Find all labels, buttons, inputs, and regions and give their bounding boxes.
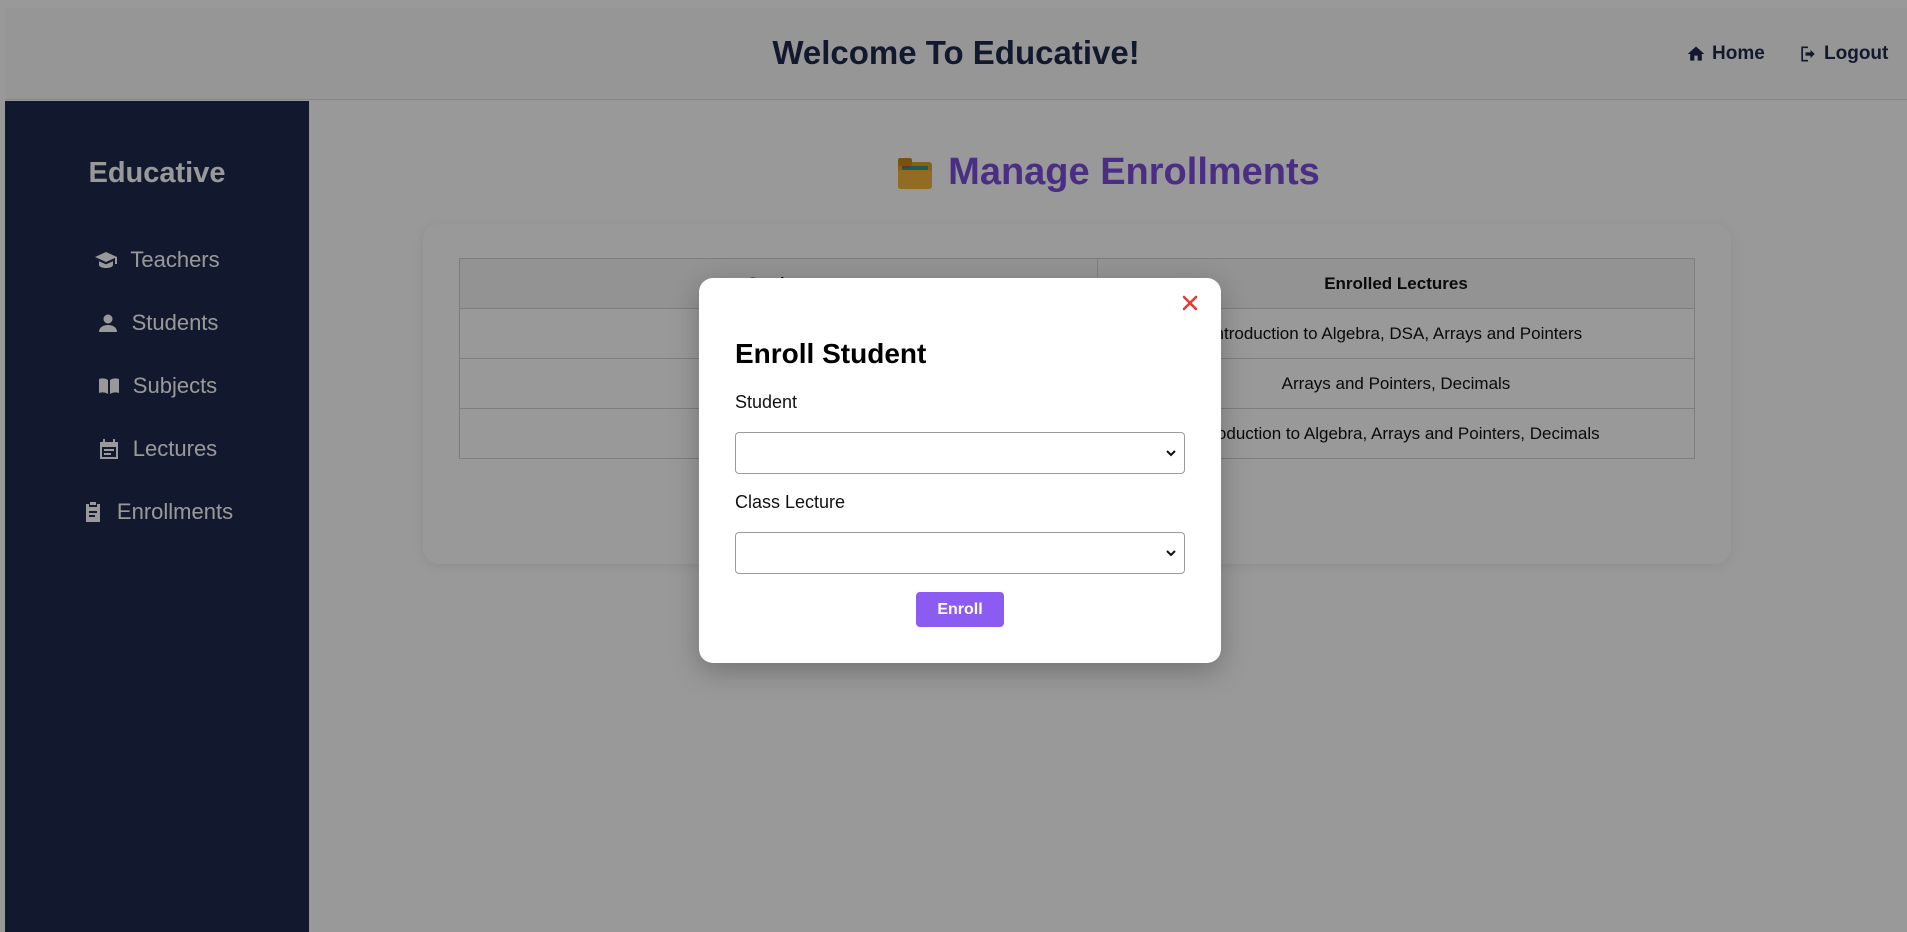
student-select[interactable] [735,432,1185,474]
enroll-button[interactable]: Enroll [916,592,1004,627]
close-icon[interactable] [1179,292,1201,314]
class-lecture-select[interactable] [735,532,1185,574]
student-label: Student [735,392,798,412]
chevron-down-icon [1166,550,1176,557]
class-lecture-label: Class Lecture [735,492,846,512]
modal-title: Enroll Student [735,338,927,369]
chevron-down-icon [1166,450,1176,457]
enroll-student-modal: Enroll Student Student Class Lecture Enr… [699,278,1221,663]
